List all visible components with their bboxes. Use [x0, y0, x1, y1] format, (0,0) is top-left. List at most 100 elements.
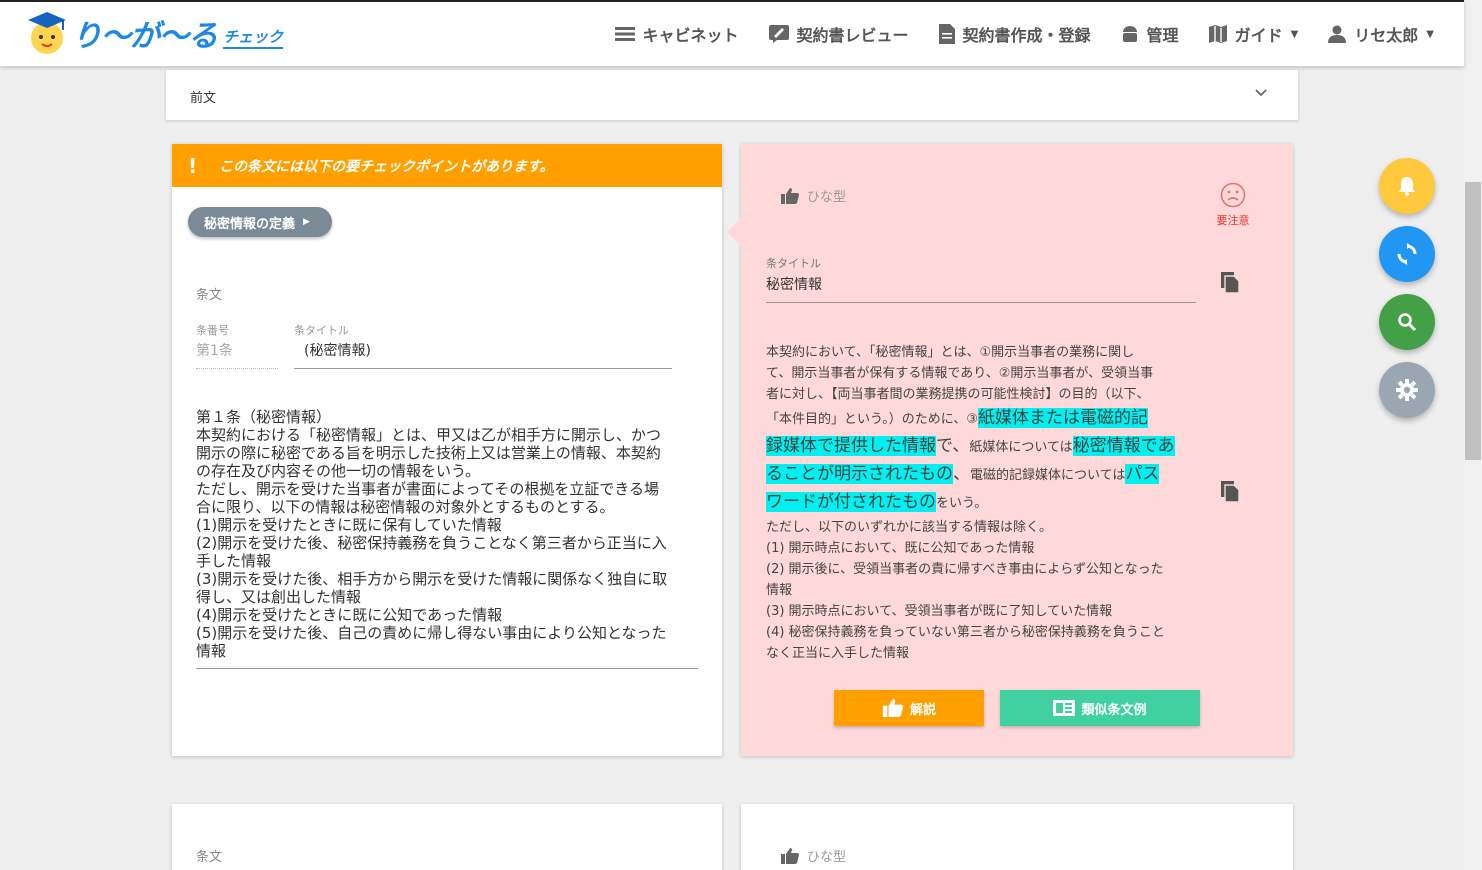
nav-create-label: 契約書作成・登録 — [962, 26, 1091, 45]
section-label: 条文 — [196, 850, 223, 865]
highlight-span: 紙媒体または電磁的記 — [978, 408, 1148, 428]
similar-clauses-button[interactable]: 類似条文例 — [1000, 690, 1200, 726]
logo-text: り〜が〜る — [72, 19, 218, 54]
template-line: なく正当に入手した情報 — [766, 646, 910, 661]
app-logo[interactable]: り〜が〜る チェック — [26, 10, 284, 56]
clause-number-field[interactable]: 第1条 — [196, 340, 278, 369]
template-label: ひな型 — [807, 850, 847, 865]
template-card: ひな型 — [741, 804, 1293, 870]
search-icon — [1398, 313, 1417, 332]
nav-guide[interactable]: ガイド ▼ — [1208, 22, 1299, 46]
template-line: 本契約において、「秘密情報」とは、①開示当事者の業務に関し — [766, 345, 1135, 360]
caution-indicator: 要注意 — [1213, 182, 1253, 228]
template-card: ひな型 要注意 条タイトル 秘密情報 本契約において、「秘密情報」とは、①開示当… — [726, 144, 1293, 756]
template-highlight-line: ることが明示されたもの、電磁的記録媒体についてはパス — [766, 461, 1198, 489]
exclamation-icon: ! — [188, 153, 198, 178]
section-label: 条文 — [196, 288, 223, 303]
chip-label: 秘密情報の定義 — [204, 216, 296, 232]
template-line: (2) 開示後に、受領当事者の責に帰すべき事由によらず公知となった — [766, 562, 1164, 577]
document-icon — [938, 24, 955, 44]
list-icon — [614, 27, 635, 41]
body-line: (5)開示を受けた後、自己の責めに帰し得ない事由により公知となった — [196, 624, 667, 642]
thumbs-up-icon — [882, 699, 904, 717]
book-icon — [1053, 700, 1076, 716]
template-label: ひな型 — [807, 190, 847, 205]
nav-user[interactable]: リセ太郎 ▼ — [1328, 22, 1434, 46]
chevron-down-icon[interactable] — [1254, 86, 1268, 100]
template-line: (3) 開示時点において、受領当事者が既に了知していた情報 — [766, 604, 1113, 619]
copy-icon[interactable] — [1219, 479, 1241, 503]
map-icon — [1208, 25, 1227, 43]
preamble-accordion[interactable]: 前文 — [166, 70, 1298, 120]
settings-fab[interactable] — [1379, 362, 1435, 418]
notification-fab[interactable] — [1379, 158, 1435, 214]
template-highlight-line: ワードが付されたものをいう。 — [766, 489, 1198, 517]
template-highlight-line: 「本件目的」という。）のために、③紙媒体または電磁的記 — [766, 405, 1198, 433]
nav-create[interactable]: 契約書作成・登録 — [938, 22, 1091, 46]
user-icon — [1328, 25, 1347, 43]
body-line: 手した情報 — [196, 552, 272, 570]
chevron-down-icon: ▼ — [1426, 28, 1434, 40]
text-span: で、 — [936, 436, 970, 456]
copy-icon[interactable] — [1219, 270, 1241, 294]
nav-review-label: 契約書レビュー — [796, 26, 909, 45]
body-line: (2)開示を受けた後、秘密保持義務を負うことなく第三者から正当に入 — [196, 534, 667, 552]
nav-review[interactable]: 契約書レビュー — [768, 22, 909, 46]
caution-label: 要注意 — [1216, 214, 1250, 227]
nav-user-label: リセ太郎 — [1354, 26, 1419, 45]
clause-card: 条文 — [172, 804, 722, 870]
chevron-down-icon: ▼ — [1290, 28, 1299, 40]
search-fab[interactable] — [1379, 294, 1435, 350]
nav-admin[interactable]: 管理 — [1121, 22, 1179, 46]
body-line: ただし、開示を受けた当事者が書面によってその根拠を立証できる場 — [196, 480, 660, 498]
nav-cabinet-label: キャビネット — [642, 26, 739, 45]
main-nav: キャビネット 契約書レビュー 契約書作成・登録 管理 ガイド ▼ リセ太郎 ▼ — [585, 2, 1434, 66]
scrollbar-thumb[interactable] — [1465, 182, 1481, 460]
template-line: (4) 秘密保持義務を負っていない第三者から秘密保持義務を負うこと — [766, 625, 1165, 640]
nav-cabinet[interactable]: キャビネット — [614, 22, 739, 46]
clause-title-field[interactable]: (秘密情報) — [294, 340, 672, 369]
body-line: (4)開示を受けたときに既に公知であった情報 — [196, 606, 503, 624]
mascot-icon — [26, 10, 68, 56]
page-scrollbar[interactable] — [1464, 0, 1482, 870]
explanation-button[interactable]: 解説 — [834, 690, 984, 726]
android-icon — [1122, 26, 1137, 42]
gear-icon — [1396, 379, 1418, 401]
template-line: 情報 — [766, 583, 793, 598]
sad-face-icon — [1220, 182, 1246, 208]
body-line: 第１条（秘密情報） — [196, 408, 332, 426]
template-line: て、開示当事者が保有する情報であり、②開示当事者が、受領当事 — [766, 366, 1154, 381]
clause-card: ! この条文には以下の要チェックポイントがあります。 秘密情報の定義 ▶ 条文 … — [172, 144, 722, 756]
highlight-span: 秘密情報であ — [1072, 436, 1175, 456]
bell-icon — [1399, 177, 1415, 196]
thumbs-up-icon — [781, 187, 799, 204]
thumbs-up-icon — [781, 847, 799, 864]
body-line: の存在及び内容その他一切の情報をいう。 — [196, 462, 481, 480]
clause-body-field[interactable]: 第１条（秘密情報） 本契約における「秘密情報」とは、甲又は乙が相手方に開示し、か… — [196, 408, 698, 669]
checkpoint-warning: ! この条文には以下の要チェックポイントがあります。 — [172, 144, 722, 187]
edit-box-icon — [768, 25, 789, 43]
highlight-span: ることが明示されたもの — [766, 464, 953, 484]
refresh-fab[interactable] — [1379, 226, 1435, 282]
text-span: をいう。 — [936, 496, 988, 511]
highlight-span: 録媒体で提供した情報 — [766, 436, 936, 456]
template-line: 者に対し、【両当事者間の業務提携の可能性検討】の目的（以下、 — [766, 387, 1150, 402]
body-line: (1)開示を受けたときに既に保有していた情報 — [196, 516, 502, 534]
highlight-span: パス — [1125, 464, 1160, 484]
clause-title-label: 条タイトル — [294, 324, 349, 337]
template-line: ただし、以下のいずれかに該当する情報は除く。 — [766, 520, 1053, 535]
warning-text: この条文には以下の要チェックポイントがあります。 — [219, 158, 554, 175]
template-title-field[interactable]: 秘密情報 — [766, 274, 1196, 303]
nav-admin-label: 管理 — [1146, 26, 1179, 45]
clause-number-label: 条番号 — [196, 324, 229, 337]
body-line: 合に限り、以下の情報は秘密情報の対象外とするものとする。 — [196, 498, 615, 516]
text-span: 、 — [953, 464, 970, 484]
template-header: ひな型 — [781, 846, 846, 865]
template-body: 本契約において、「秘密情報」とは、①開示当事者の業務に関し て、開示当事者が保有… — [766, 342, 1198, 664]
template-header: ひな型 — [781, 186, 846, 205]
text-span: 「本件目的」という。）のために、③ — [766, 412, 978, 427]
similar-clauses-label: 類似条文例 — [1081, 702, 1147, 718]
sync-icon — [1397, 243, 1417, 265]
checkpoint-chip[interactable]: 秘密情報の定義 ▶ — [188, 207, 332, 237]
template-title-label: 条タイトル — [766, 257, 821, 270]
